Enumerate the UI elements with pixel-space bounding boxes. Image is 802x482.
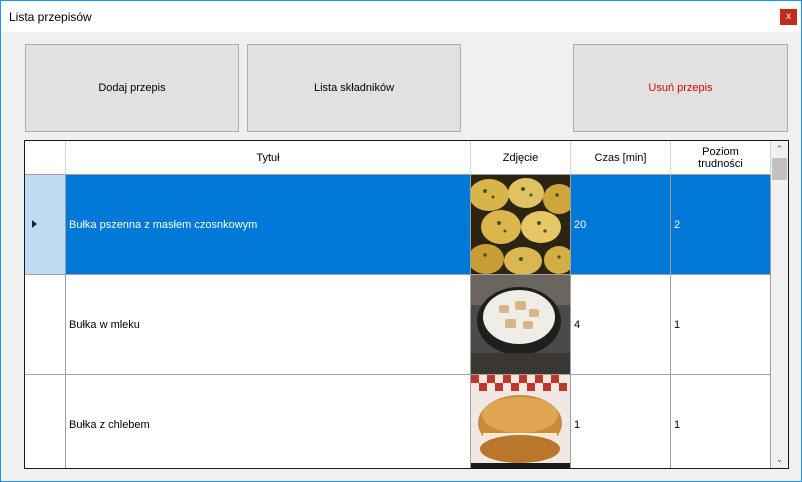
column-header-difficulty[interactable]: Poziom trudności xyxy=(671,141,771,175)
scroll-up-icon[interactable]: ⌃ xyxy=(771,141,788,158)
garlic-buns-photo xyxy=(471,175,570,274)
close-button[interactable]: x xyxy=(780,9,797,25)
recipe-image-cell[interactable] xyxy=(471,175,571,275)
recipes-grid[interactable]: Tytuł Zdjęcie Czas [min] Poziom trudności… xyxy=(24,140,789,469)
window-title: Lista przepisów xyxy=(9,10,92,24)
recipe-difficulty-cell[interactable]: 1 xyxy=(671,375,771,468)
recipe-image-cell[interactable] xyxy=(471,275,571,375)
scroll-thumb[interactable] xyxy=(772,158,787,180)
table-row[interactable]: Bułka w mleku 4 1 xyxy=(25,275,771,375)
title-bar: Lista przepisów x xyxy=(1,1,801,32)
current-row-arrow-icon xyxy=(32,220,37,228)
row-header[interactable] xyxy=(25,375,66,468)
table-row[interactable]: Bułka z chlebem 1 1 xyxy=(25,375,771,468)
add-recipe-button[interactable]: Dodaj przepis xyxy=(25,44,239,132)
column-header-time[interactable]: Czas [min] xyxy=(571,141,671,175)
recipe-title-cell[interactable]: Bułka w mleku xyxy=(66,275,471,375)
column-header-image[interactable]: Zdjęcie xyxy=(471,141,571,175)
recipe-difficulty-cell[interactable]: 2 xyxy=(671,175,771,275)
recipe-title-cell[interactable]: Bułka z chlebem xyxy=(66,375,471,468)
bun-with-bread-photo xyxy=(471,375,570,468)
column-header-title[interactable]: Tytuł xyxy=(66,141,471,175)
recipe-time-cell[interactable]: 1 xyxy=(571,375,671,468)
row-header[interactable] xyxy=(25,275,66,375)
recipe-difficulty-cell[interactable]: 1 xyxy=(671,275,771,375)
difficulty-header-line1: Poziom xyxy=(702,145,739,158)
difficulty-header-line2: trudności xyxy=(698,157,743,170)
table-row[interactable]: Bułka pszenna z masłem czosnkowym 20 2 xyxy=(25,175,771,275)
vertical-scrollbar[interactable]: ⌃ ⌄ xyxy=(771,141,788,468)
scroll-down-icon[interactable]: ⌄ xyxy=(771,451,788,468)
row-header-corner xyxy=(25,141,66,175)
recipe-list-window: Lista przepisów x Dodaj przepis Lista sk… xyxy=(0,0,802,482)
recipe-image-cell[interactable] xyxy=(471,375,571,468)
recipe-time-cell[interactable]: 4 xyxy=(571,275,671,375)
bun-in-milk-photo xyxy=(471,275,570,374)
recipe-title-cell[interactable]: Bułka pszenna z masłem czosnkowym xyxy=(66,175,471,275)
ingredients-list-button[interactable]: Lista składników xyxy=(247,44,461,132)
delete-recipe-button[interactable]: Usuń przepis xyxy=(573,44,788,132)
row-header[interactable] xyxy=(25,175,66,275)
recipe-time-cell[interactable]: 20 xyxy=(571,175,671,275)
